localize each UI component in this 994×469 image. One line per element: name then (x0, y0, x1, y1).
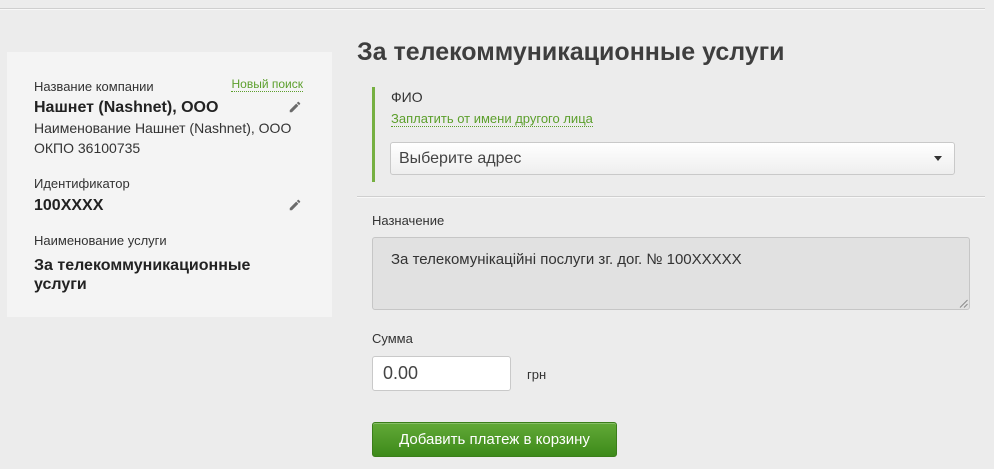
company-label: Название компании (34, 79, 154, 94)
payment-page: Название компании Новый поиск Нашнет (Na… (0, 0, 994, 469)
purpose-label: Назначение (372, 213, 445, 228)
amount-input[interactable] (372, 356, 511, 391)
new-search-link[interactable]: Новый поиск (231, 77, 303, 92)
identifier-label: Идентификатор (34, 176, 130, 191)
company-name: Нашнет (Nashnet), ООО (34, 99, 219, 116)
address-select[interactable]: Выберите адрес (390, 142, 955, 175)
add-to-cart-button[interactable]: Добавить платеж в корзину (372, 422, 617, 457)
currency-label: грн (527, 367, 547, 382)
company-okpo: ОКПО 36100735 (34, 140, 141, 156)
fio-label: ФИО (391, 89, 423, 105)
purpose-textarea[interactable]: За телекомунікаційні послуги зг. дог. № … (372, 237, 970, 310)
company-full-name: Наименование Нашнет (Nashnet), ООО (34, 120, 292, 136)
service-value: За телекоммуникационные услуги (34, 257, 251, 293)
address-select-value: Выберите адрес (399, 150, 522, 167)
payer-section: ФИО Заплатить от имени другого лица Выбе… (372, 87, 982, 182)
pay-for-other-row: Заплатить от имени другого лица (391, 112, 982, 127)
caret-down-icon[interactable] (934, 156, 942, 161)
resize-handle-icon[interactable] (959, 299, 968, 308)
company-label-row: Название компании Новый поиск (34, 77, 303, 94)
page-title: За телекоммуникационные услуги (357, 38, 785, 66)
top-divider (0, 8, 985, 9)
pencil-icon[interactable] (288, 100, 302, 114)
identifier-value: 100XXXX (34, 197, 104, 214)
section-divider (357, 196, 985, 197)
identifier-row: 100XXXX (34, 196, 303, 216)
pay-for-other-link[interactable]: Заплатить от имени другого лица (391, 112, 593, 127)
company-summary-panel: Название компании Новый поиск Нашнет (Na… (7, 52, 332, 317)
amount-label: Сумма (372, 331, 413, 346)
pencil-icon[interactable] (288, 198, 302, 212)
service-label: Наименование услуги (34, 233, 167, 248)
company-name-row: Нашнет (Nashnet), ООО (34, 98, 303, 118)
